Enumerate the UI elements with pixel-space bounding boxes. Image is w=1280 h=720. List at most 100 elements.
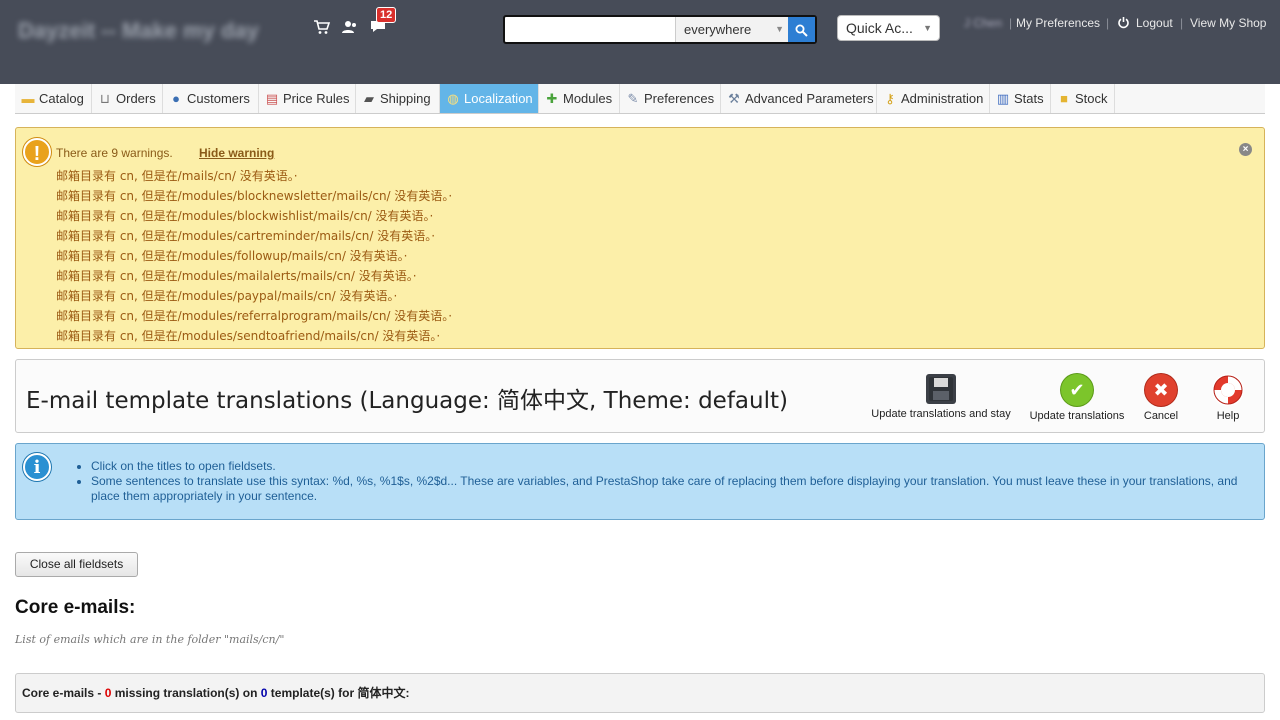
truck-icon: ▰	[364, 91, 374, 106]
update-translations-and-stay-button[interactable]: Update translations and stay	[868, 374, 1014, 420]
my-preferences-link[interactable]: My Preferences	[1016, 16, 1100, 30]
warning-item: 邮箱目录有 cn, 但是在/modules/followup/mails/cn/…	[56, 249, 408, 263]
tab-localization[interactable]: ◍ Localization	[440, 84, 539, 113]
tab-label: Price Rules	[283, 91, 350, 106]
quick-access-select[interactable]: Quick Ac... ▼	[837, 15, 940, 41]
tab-stats[interactable]: ▥ Stats	[990, 84, 1051, 113]
folder-icon: ▬	[21, 91, 35, 106]
warning-box: ! There are 9 warnings. Hide warning × 邮…	[15, 127, 1265, 349]
tab-orders[interactable]: ⊔ Orders	[92, 84, 163, 113]
tab-label: Administration	[901, 91, 984, 106]
info-item: Click on the titles to open fieldsets.	[91, 459, 1251, 474]
search-scope-label: everywhere	[684, 22, 752, 37]
cart-icon[interactable]	[313, 18, 331, 36]
cancel-icon: ✖	[1145, 374, 1177, 406]
update-translations-and-stay-label: Update translations and stay	[871, 408, 1011, 420]
search-button[interactable]	[788, 17, 815, 42]
info-icon: i	[23, 453, 51, 481]
search-icon	[795, 24, 808, 37]
update-translations-label: Update translations	[1029, 410, 1125, 422]
tab-stock[interactable]: ■ Stock	[1051, 84, 1115, 113]
tab-customers[interactable]: ● Customers	[163, 84, 259, 113]
tab-label: Modules	[563, 91, 613, 106]
tab-catalog[interactable]: ▬ Catalog	[15, 84, 92, 113]
tab-label: Customers	[187, 91, 250, 106]
chevron-down-icon: ▼	[775, 24, 784, 34]
tab-shipping[interactable]: ▰ Shipping	[356, 84, 440, 113]
employee-name: J Chen	[964, 16, 1003, 30]
hide-warning-link[interactable]: Hide warning	[199, 146, 274, 160]
shop-name[interactable]: Dayzeit -- Make my day	[18, 18, 259, 44]
section-title: Core e-mails:	[15, 597, 136, 618]
warning-item: 邮箱目录有 cn, 但是在/modules/mailalerts/mails/c…	[56, 269, 417, 283]
header-separator: |	[1106, 16, 1110, 30]
info-item: Some sentences to translate use this syn…	[91, 474, 1251, 504]
page-title: E-mail template translations (Language: …	[26, 388, 788, 414]
wrench-icon: ⚒	[728, 91, 740, 106]
chevron-down-icon: ▼	[923, 23, 932, 33]
cancel-button[interactable]: ✖ Cancel	[1138, 374, 1184, 422]
tab-label: Advanced Parameters	[745, 91, 874, 106]
user-icon: ●	[172, 91, 180, 106]
warning-item: 邮箱目录有 cn, 但是在/modules/blockwishlist/mail…	[56, 209, 434, 223]
help-button[interactable]: Help	[1206, 374, 1250, 422]
main-menu: ▬ Catalog ⊔ Orders ● Customers ▤ Price Rules…	[15, 84, 1265, 114]
core-emails-fieldset-header[interactable]: Core e-mails - 0 missing translation(s) …	[15, 673, 1265, 713]
warning-item: 邮箱目录有 cn, 但是在/mails/cn/ 没有英语。·	[56, 169, 298, 183]
cancel-label: Cancel	[1143, 410, 1179, 422]
warning-list: 邮箱目录有 cn, 但是在/mails/cn/ 没有英语。· 邮箱目录有 cn,…	[56, 166, 1236, 346]
warning-item: 邮箱目录有 cn, 但是在/modules/paypal/mails/cn/ 没…	[56, 289, 398, 303]
warning-item: 邮箱目录有 cn, 但是在/modules/referralprogram/ma…	[56, 309, 453, 323]
customers-icon[interactable]	[341, 18, 359, 36]
toolbar-panel: E-mail template translations (Language: …	[15, 359, 1265, 433]
tab-modules[interactable]: ✚ Modules	[539, 84, 620, 113]
tab-price-rules[interactable]: ▤ Price Rules	[259, 84, 356, 113]
tab-label: Stats	[1014, 91, 1044, 106]
power-icon	[1117, 16, 1130, 32]
lifebuoy-icon	[1212, 374, 1244, 406]
tab-label: Shipping	[380, 91, 431, 106]
close-all-fieldsets-button[interactable]: Close all fieldsets	[15, 552, 138, 577]
help-label: Help	[1216, 410, 1240, 422]
search-input[interactable]	[507, 19, 673, 40]
tab-label: Preferences	[644, 91, 715, 106]
search-bar: everywhere ▼	[503, 15, 817, 44]
header-separator: |	[1009, 16, 1013, 30]
warning-item: 邮箱目录有 cn, 但是在/modules/cartreminder/mails…	[56, 229, 436, 243]
warning-title: There are 9 warnings.	[56, 146, 173, 160]
info-list: Click on the titles to open fieldsets. S…	[91, 459, 1251, 504]
tab-label: Localization	[464, 91, 533, 106]
section-subtitle: List of emails which are in the folder "…	[15, 633, 285, 646]
checkmark-icon: ✔	[1061, 374, 1093, 406]
tab-advanced-parameters[interactable]: ⚒ Advanced Parameters	[721, 84, 877, 113]
search-scope-select[interactable]: everywhere ▼	[675, 17, 790, 42]
cart-icon: ⊔	[99, 91, 111, 106]
fieldset-mid: missing translation(s) on	[111, 686, 261, 700]
warning-item: 邮箱目录有 cn, 但是在/modules/sendtoafriend/mail…	[56, 329, 441, 343]
tab-label: Stock	[1075, 91, 1108, 106]
price-rules-icon: ▤	[265, 91, 279, 106]
save-icon	[926, 374, 956, 404]
warning-icon: !	[23, 138, 51, 166]
tab-preferences[interactable]: ✎ Preferences	[620, 84, 721, 113]
view-shop-link[interactable]: View My Shop	[1190, 16, 1266, 30]
header-separator: |	[1180, 16, 1184, 30]
notification-badge: 12	[376, 7, 397, 23]
warning-item: 邮箱目录有 cn, 但是在/modules/blocknewsletter/ma…	[56, 189, 453, 203]
quick-access-label: Quick Ac...	[846, 20, 913, 36]
logout-link[interactable]: Logout	[1136, 16, 1173, 30]
preferences-icon: ✎	[627, 91, 639, 106]
update-translations-button[interactable]: ✔ Update translations	[1022, 374, 1132, 422]
info-box: i Click on the titles to open fieldsets.…	[15, 443, 1265, 520]
globe-icon: ◍	[447, 91, 459, 106]
key-icon: ⚷	[885, 91, 895, 106]
puzzle-icon: ✚	[546, 91, 558, 106]
tab-administration[interactable]: ⚷ Administration	[877, 84, 990, 113]
tab-label: Catalog	[39, 91, 84, 106]
fieldset-prefix: Core e-mails -	[22, 686, 105, 700]
close-icon[interactable]: ×	[1239, 143, 1252, 156]
tab-label: Orders	[116, 91, 156, 106]
bar-chart-icon: ▥	[996, 91, 1010, 106]
admin-header: Dayzeit -- Make my day 12 everywhere ▼ Q…	[0, 0, 1280, 84]
fieldset-suffix: template(s) for 简体中文:	[267, 686, 410, 700]
